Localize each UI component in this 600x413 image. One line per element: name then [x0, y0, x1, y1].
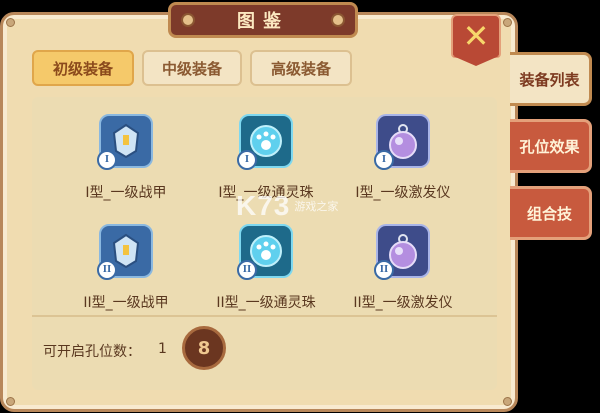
watermark-logo: K73 [236, 190, 291, 221]
watermark-sub: 游戏之家 [294, 200, 339, 213]
grade-badge: II [237, 260, 257, 280]
slot-8-icon[interactable]: 8 [182, 326, 226, 370]
paw-orb-icon: II [237, 224, 293, 280]
close-button[interactable]: ✕ [451, 14, 501, 66]
armor-icon: I [97, 114, 153, 170]
bolt-icon [331, 13, 345, 27]
grade-badge: I [97, 150, 117, 170]
panel-stud [503, 397, 512, 406]
pocket-watch-icon: I [374, 114, 430, 170]
side-tab-combo-skills[interactable]: 组合技 [510, 186, 592, 240]
slots-label: 可开启孔位数： [43, 344, 141, 360]
tab-advanced-equipment[interactable]: 高级装备 [250, 50, 352, 86]
tab-mid-equipment[interactable]: 中级装备 [142, 50, 242, 86]
side-tab-equipment-list[interactable]: 装备列表 [510, 52, 592, 106]
slots-value: 1 [158, 341, 167, 357]
item-label: I型_一级战甲 [85, 185, 167, 201]
page-title: 图鉴 [237, 11, 289, 32]
panel-stud [503, 18, 512, 27]
grade-badge: I [374, 150, 394, 170]
item-label: II型_一级战甲 [83, 295, 169, 311]
divider [32, 315, 497, 317]
paw-orb-icon: I [237, 114, 293, 170]
close-x-icon: ✕ [462, 17, 490, 55]
side-tab-slot-effects[interactable]: 孔位效果 [510, 119, 592, 173]
bolt-icon [181, 13, 195, 27]
grade-badge: II [97, 260, 117, 280]
grade-badge: II [374, 260, 394, 280]
pocket-watch-icon: II [374, 224, 430, 280]
panel-stud [6, 18, 15, 27]
title-plate: 图鉴 [168, 2, 358, 38]
item-label: II型_一级激发仪 [353, 295, 453, 311]
slot-icon-text: 8 [197, 337, 211, 359]
equipment-item[interactable]: II II型_一级激发仪 [333, 224, 473, 312]
grade-badge: I [237, 150, 257, 170]
item-label: II型_一级通灵珠 [216, 295, 316, 311]
tab-basic-equipment[interactable]: 初级装备 [32, 50, 134, 86]
equipment-item[interactable]: I I型_一级战甲 [56, 114, 196, 202]
equipment-item[interactable]: II II型_一级战甲 [56, 224, 196, 312]
panel-stud [6, 397, 15, 406]
equipment-item[interactable]: II II型_一级通灵珠 [196, 224, 336, 312]
watermark: K73 游戏之家 [236, 186, 366, 226]
armor-icon: II [97, 224, 153, 280]
